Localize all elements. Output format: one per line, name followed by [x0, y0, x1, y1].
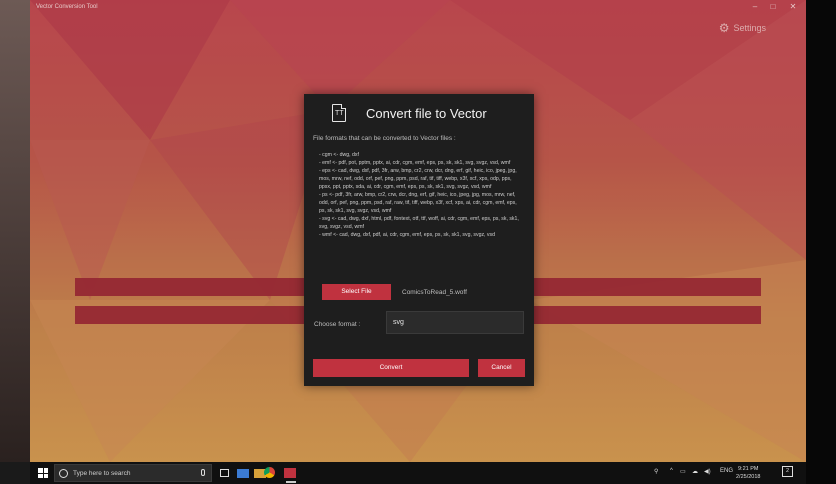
- notification-count: 2: [785, 468, 790, 474]
- format-list: - cgm <- dwg, dxf - emf <- pdf, pot, ppt…: [319, 151, 525, 239]
- format-item: - svg <- cad, dwg, dxf, html, pdf, fonte…: [319, 216, 519, 230]
- search-placeholder: Type here to search: [73, 470, 131, 477]
- convert-button[interactable]: Convert: [313, 359, 469, 377]
- vector-app-icon[interactable]: [284, 468, 296, 478]
- dialog-title: Convert file to Vector: [366, 106, 487, 121]
- format-item: - emf <- pdf, pot, pptm, pptx, ai, cdr, …: [319, 160, 511, 166]
- start-button[interactable]: [38, 468, 48, 478]
- convert-dialog: TT Convert file to Vector File formats t…: [304, 94, 534, 386]
- format-item: - ps <- pdf, 3fr, arw, bmp, cr2, crw, dc…: [319, 192, 517, 214]
- task-view-icon[interactable]: [220, 469, 229, 477]
- microphone-icon[interactable]: [201, 469, 205, 476]
- format-item: - wmf <- cad, dwg, dxf, pdf, ai, cdr, cg…: [319, 232, 496, 238]
- taskbar-search[interactable]: Type here to search: [54, 464, 212, 482]
- select-file-button[interactable]: Select File: [322, 284, 391, 300]
- format-label: Choose format :: [314, 321, 361, 328]
- clock-time: 9:21 PM: [737, 466, 759, 472]
- app-window: Vector Conversion Tool – □ ✕ ⚙ Settings …: [30, 0, 806, 462]
- cloud-icon[interactable]: ☁: [692, 468, 698, 475]
- right-frame: [806, 0, 836, 484]
- format-item: - eps <- cad, dwg, dxf, pdf, 3fr, arw, b…: [319, 168, 517, 190]
- volume-icon[interactable]: ◀): [704, 468, 711, 475]
- format-item: - cgm <- dwg, dxf: [319, 152, 359, 158]
- format-input[interactable]: svg: [386, 311, 524, 334]
- active-app-indicator: [286, 481, 296, 483]
- language-indicator[interactable]: ENG: [720, 468, 733, 474]
- edge-icon[interactable]: [237, 469, 249, 478]
- file-icon: TT: [332, 104, 346, 122]
- clock[interactable]: 9:21 PM 2/25/2018: [736, 465, 760, 481]
- taskbar: Type here to search ⚲ ^ ▭ ☁ ◀) ENG 9:21 …: [30, 462, 806, 484]
- cortana-icon: [59, 469, 68, 478]
- left-frame: [0, 0, 30, 462]
- battery-icon[interactable]: ▭: [680, 468, 686, 475]
- notification-icon[interactable]: 2: [782, 466, 793, 477]
- selected-file-name: ComicsToRead_5.woff: [402, 289, 467, 296]
- chrome-icon[interactable]: [264, 467, 275, 478]
- people-icon[interactable]: ⚲: [654, 468, 658, 475]
- tray-up-icon[interactable]: ^: [670, 468, 673, 474]
- clock-date: 2/25/2018: [736, 474, 761, 480]
- dialog-subtitle: File formats that can be converted to Ve…: [313, 135, 456, 142]
- cancel-button[interactable]: Cancel: [478, 359, 525, 377]
